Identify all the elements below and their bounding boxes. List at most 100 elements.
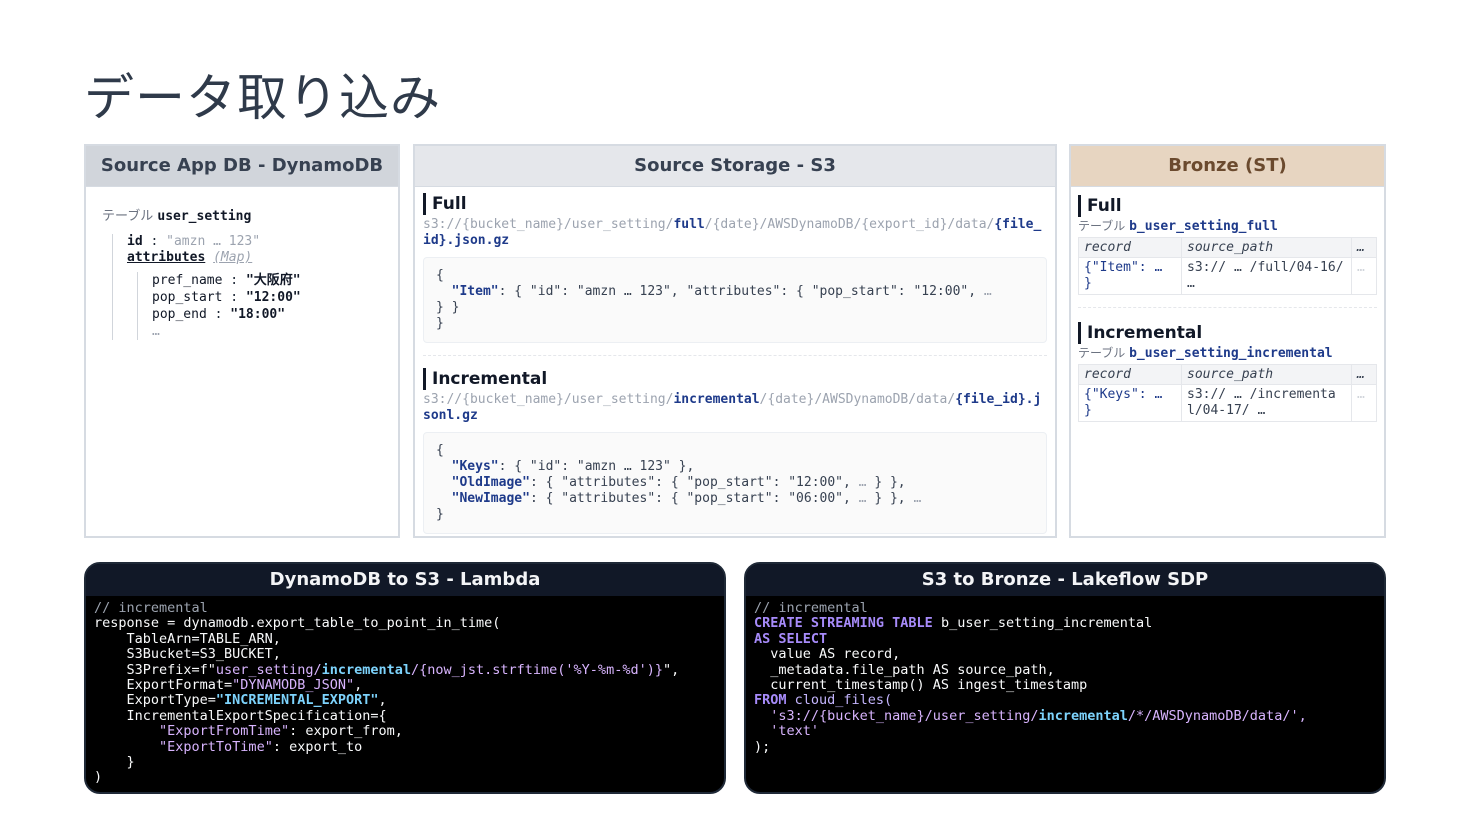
table-name: user_setting [157,209,252,224]
json-line: } } [436,300,460,315]
bronze-full-table: record source_path … {"Item": … } s3:// … [1078,237,1377,295]
json-line: : { "attributes": { "pop_start": "12:00"… [529,475,859,490]
table-cell: {"Keys": … } [1078,384,1182,422]
json-ellipsis: … [858,475,867,490]
code-highlight: incremental [321,661,411,678]
code-string: "DYNAMODB_JSON" [232,677,355,694]
field-name: pref_name [152,273,223,288]
json-ellipsis: … [913,491,922,506]
table-name-part: b_user_setting_ [1129,346,1247,361]
table-name: b_user_setting_incremental [1129,346,1333,361]
bronze-incremental-title: Incremental [1078,322,1377,344]
s3-full-path: s3://{bucket_name}/user_setting/full/{da… [423,217,1047,249]
bronze-full-table-name: テーブル b_user_setting_full [1078,217,1377,234]
sdp-code: // incremental CREATE STREAMING TABLE b_… [746,596,1384,760]
code-line: TableArn=TABLE_ARN, [94,630,281,647]
code-string: 's3://{bucket_name}/user_setting/ [754,707,1039,724]
code-function: cloud_files( [786,692,893,709]
id-key: id [127,234,143,249]
table-name: b_user_setting_full [1129,219,1278,234]
code-line: ExportType= [94,692,216,709]
json-line: } }, [866,491,914,506]
column-header: record [1078,237,1182,258]
code-line: S3Bucket=S3_BUCKET, [94,646,281,663]
json-line: : { "id": "amzn … 123", "attributes": { … [498,284,984,299]
column-header: source_path [1181,237,1352,258]
table-cell: {"Item": … } [1078,257,1182,295]
json-key: "Item" [451,284,499,299]
code-line: ExportFormat= [94,677,233,694]
s3-incremental-title: Incremental [423,368,1047,390]
json-line: : { "id": "amzn … 123" }, [498,459,695,474]
field-name: pop_end [152,307,207,322]
s3-full-title: Full [423,193,1047,215]
json-key: "Keys" [451,459,499,474]
table-header-row: record source_path … [1078,364,1377,385]
code-keyword: FROM [754,692,787,709]
lambda-code-panel: DynamoDB to S3 - Lambda // incremental r… [84,562,726,794]
table-cell: … [1351,384,1377,422]
json-key: "OldImage" [451,475,530,490]
attributes-row: attributes (Map) [127,250,382,266]
code-string: "ExportFromTime" [159,723,290,740]
code-line: : export_from, [289,723,403,740]
table-row: {"Item": … } s3:// … /full/04-16/ … … [1078,257,1377,295]
path-part: s3://{bucket_name}/user_setting/ [423,217,674,232]
json-line: { [436,268,444,283]
bronze-incremental-table-name: テーブル b_user_setting_incremental [1078,344,1377,361]
path-highlight: full [673,217,705,232]
table-header-row: record source_path … [1078,237,1377,258]
table-cell: … [1351,257,1377,295]
code-line: _metadata.file_path AS source_path, [754,661,1055,678]
more-fields: … [152,324,160,339]
json-line: } [436,507,444,522]
column-header: record [1078,364,1182,385]
code-comment: // incremental [94,600,208,616]
code-line: IncrementalExportSpecification={ [94,707,387,724]
code-line: b_user_setting_incremental [932,615,1153,632]
table-name-highlight: incremental [1246,346,1333,361]
field-row: pop_end : "18:00" [152,307,286,322]
code-line: ); [754,738,771,755]
field-value: "12:00" [245,290,301,305]
bronze-incremental-table: record source_path … {"Keys": … } s3:// … [1078,364,1377,422]
code-string: 'text' [754,723,820,740]
path-highlight: incremental [673,392,760,407]
attribute-tree: id : "amzn … 123" attributes (Map) pref_… [112,234,382,340]
page-title: データ取り込み [84,69,441,127]
json-line: } [436,316,444,331]
table-row: {"Keys": … } s3:// … /incremental/04-17/… [1078,384,1377,422]
s3-incremental-json: { "Keys": { "id": "amzn … 123" }, "OldIm… [423,432,1047,534]
field-name: pop_start [152,290,223,305]
column-header: … [1351,364,1377,385]
table-prefix: テーブル [102,209,154,224]
json-key: "NewImage" [451,491,530,506]
bronze-panel-header: Bronze (ST) [1071,146,1384,187]
code-string: "ExportToTime" [159,738,273,755]
json-ellipsis: … [858,491,867,506]
table-prefix: テーブル [1078,219,1126,233]
code-line: response = dynamodb.export_table_to_poin… [94,615,501,632]
id-value: "amzn … 123" [166,234,261,249]
code-string: /{now_jst.strftime('%Y-%m-%d')} [411,661,663,678]
section-divider [423,355,1047,356]
s3-panel: Source Storage - S3 Full s3://{bucket_na… [413,144,1057,538]
code-line: current_timestamp() AS ingest_timestamp [754,677,1088,694]
table-prefix: テーブル [1078,346,1126,360]
field-row: pop_start : "12:00" [152,290,301,305]
code-line: , [354,677,363,694]
id-row: id : "amzn … 123" [127,234,261,249]
attributes-subtree: pref_name : "大阪府" pop_start : "12:00" po… [137,272,382,340]
table-name-highlight: full [1246,219,1278,234]
bronze-panel: Bronze (ST) Full テーブル b_user_setting_ful… [1069,144,1386,538]
dynamodb-panel-header: Source App DB - DynamoDB [86,146,398,187]
json-line: : { "attributes": { "pop_start": "06:00"… [529,491,859,506]
code-highlight: "INCREMENTAL_EXPORT" [215,692,379,709]
path-part: /{date}/AWSDynamoDB/{export_id}/data/ [704,217,995,232]
code-line: ", [662,661,680,678]
field-value: "18:00" [230,307,286,322]
table-cell: s3:// … /full/04-16/ … [1181,257,1352,295]
sdp-panel-header: S3 to Bronze - Lakeflow SDP [746,564,1384,596]
